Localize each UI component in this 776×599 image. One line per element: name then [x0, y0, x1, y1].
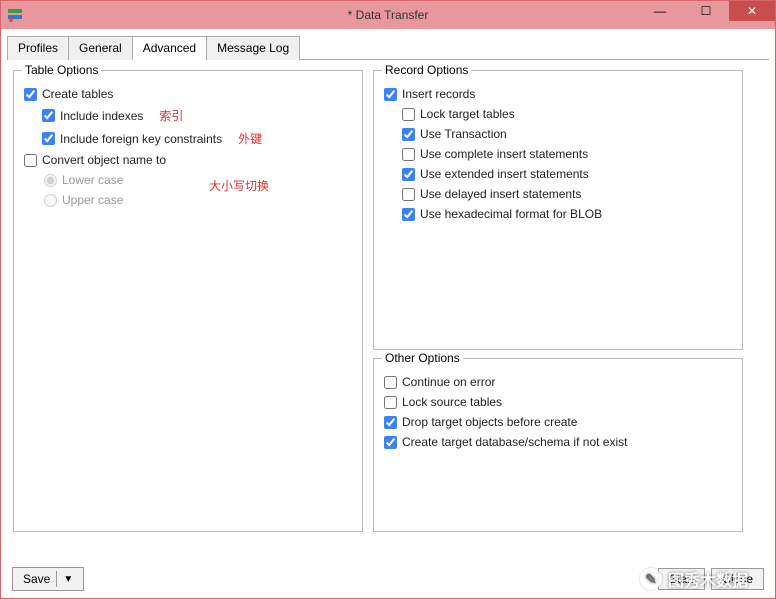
- other-options-legend: Other Options: [382, 351, 463, 365]
- left-column: Table Options Create tables Include inde…: [13, 70, 363, 532]
- drop-target-checkbox[interactable]: [384, 416, 397, 429]
- row-use-delayed-insert: Use delayed insert statements: [402, 187, 732, 201]
- lower-case-radio[interactable]: [44, 174, 57, 187]
- save-button-divider: [56, 571, 57, 587]
- row-lock-target-tables: Lock target tables: [402, 107, 732, 121]
- use-extended-insert-label: Use extended insert statements: [420, 167, 589, 181]
- drop-target-label: Drop target objects before create: [402, 415, 577, 429]
- continue-on-error-checkbox[interactable]: [384, 376, 397, 389]
- tab-general-label: General: [79, 41, 122, 55]
- use-delayed-insert-label: Use delayed insert statements: [420, 187, 581, 201]
- chevron-down-icon: ▼: [63, 574, 73, 585]
- row-upper-case: Upper case: [44, 193, 352, 207]
- row-include-fk: Include foreign key constraints 外键: [42, 130, 352, 147]
- use-delayed-insert-checkbox[interactable]: [402, 188, 415, 201]
- window-controls: — ☐ ✕: [637, 1, 775, 21]
- lock-source-tables-label: Lock source tables: [402, 395, 502, 409]
- right-column: Record Options Insert records Lock targe…: [373, 70, 743, 532]
- tabbar: Profiles General Advanced Message Log: [7, 35, 769, 60]
- titlebar[interactable]: * Data Transfer — ☐ ✕: [1, 1, 775, 29]
- tab-advanced[interactable]: Advanced: [132, 36, 207, 60]
- maximize-button[interactable]: ☐: [683, 1, 729, 21]
- save-button[interactable]: Save ▼: [12, 567, 84, 591]
- start-button[interactable]: Start: [658, 568, 705, 590]
- row-drop-target: Drop target objects before create: [384, 415, 732, 429]
- create-tables-label: Create tables: [42, 87, 113, 101]
- tab-general[interactable]: General: [68, 36, 133, 60]
- insert-records-checkbox[interactable]: [384, 88, 397, 101]
- tab-message-log[interactable]: Message Log: [206, 36, 300, 60]
- row-continue-on-error: Continue on error: [384, 375, 732, 389]
- app-icon: [7, 7, 23, 23]
- create-target-db-checkbox[interactable]: [384, 436, 397, 449]
- create-tables-checkbox[interactable]: [24, 88, 37, 101]
- window-title: * Data Transfer: [348, 8, 429, 22]
- tab-profiles-label: Profiles: [18, 41, 58, 55]
- include-fk-label: Include foreign key constraints: [60, 132, 222, 146]
- tab-advanced-label: Advanced: [143, 41, 196, 55]
- row-include-indexes: Include indexes 索引: [42, 107, 352, 124]
- lock-target-tables-checkbox[interactable]: [402, 108, 415, 121]
- client-area: Profiles General Advanced Message Log Ta…: [1, 29, 775, 540]
- include-indexes-checkbox[interactable]: [42, 109, 55, 122]
- use-extended-insert-checkbox[interactable]: [402, 168, 415, 181]
- use-transaction-checkbox[interactable]: [402, 128, 415, 141]
- row-insert-records: Insert records: [384, 87, 732, 101]
- insert-records-label: Insert records: [402, 87, 475, 101]
- row-convert-name: Convert object name to: [24, 153, 352, 167]
- use-hex-blob-label: Use hexadecimal format for BLOB: [420, 207, 602, 221]
- row-lower-case: Lower case: [44, 173, 352, 187]
- tab-body-advanced: Table Options Create tables Include inde…: [7, 60, 769, 540]
- convert-name-checkbox[interactable]: [24, 154, 37, 167]
- lock-target-tables-label: Lock target tables: [420, 107, 515, 121]
- footer: Save ▼ Start Close: [0, 567, 776, 591]
- row-create-tables: Create tables: [24, 87, 352, 101]
- annotation-fk: 外键: [238, 130, 262, 147]
- record-options-legend: Record Options: [382, 63, 471, 77]
- tab-profiles[interactable]: Profiles: [7, 36, 69, 60]
- include-fk-checkbox[interactable]: [42, 132, 55, 145]
- row-use-transaction: Use Transaction: [402, 127, 732, 141]
- start-button-label: Start: [669, 572, 694, 586]
- row-use-complete-insert: Use complete insert statements: [402, 147, 732, 161]
- use-transaction-label: Use Transaction: [420, 127, 507, 141]
- annotation-indexes: 索引: [159, 107, 183, 124]
- window-frame: * Data Transfer — ☐ ✕ Profiles General A…: [0, 0, 776, 599]
- lock-source-tables-checkbox[interactable]: [384, 396, 397, 409]
- record-options-group: Record Options Insert records Lock targe…: [373, 70, 743, 350]
- upper-case-radio[interactable]: [44, 194, 57, 207]
- minimize-button[interactable]: —: [637, 1, 683, 21]
- annotation-case-switch: 大小写切换: [209, 177, 269, 194]
- convert-name-label: Convert object name to: [42, 153, 166, 167]
- include-indexes-label: Include indexes: [60, 109, 143, 123]
- table-options-group: Table Options Create tables Include inde…: [13, 70, 363, 532]
- close-button[interactable]: Close: [711, 568, 764, 590]
- row-create-target-db: Create target database/schema if not exi…: [384, 435, 732, 449]
- use-complete-insert-checkbox[interactable]: [402, 148, 415, 161]
- tab-message-log-label: Message Log: [217, 41, 289, 55]
- close-button-label: Close: [722, 572, 753, 586]
- close-window-button[interactable]: ✕: [729, 1, 775, 21]
- row-lock-source-tables: Lock source tables: [384, 395, 732, 409]
- upper-case-label: Upper case: [62, 193, 123, 207]
- table-options-legend: Table Options: [22, 63, 101, 77]
- create-target-db-label: Create target database/schema if not exi…: [402, 435, 627, 449]
- use-complete-insert-label: Use complete insert statements: [420, 147, 588, 161]
- other-options-group: Other Options Continue on error Lock sou…: [373, 358, 743, 532]
- row-use-extended-insert: Use extended insert statements: [402, 167, 732, 181]
- save-button-label: Save: [23, 572, 50, 586]
- use-hex-blob-checkbox[interactable]: [402, 208, 415, 221]
- row-use-hex-blob: Use hexadecimal format for BLOB: [402, 207, 732, 221]
- lower-case-label: Lower case: [62, 173, 123, 187]
- continue-on-error-label: Continue on error: [402, 375, 495, 389]
- footer-right: Start Close: [658, 568, 764, 590]
